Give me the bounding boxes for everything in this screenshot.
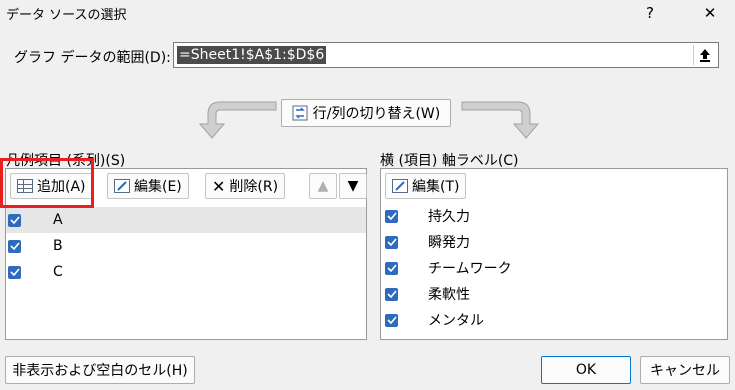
dialog-title: データ ソースの選択 [6,8,127,23]
series-name: A [53,212,63,228]
axis-panel: 編集(T) 持久力 瞬発力 チームワーク 柔軟性 メンタル [380,168,728,340]
checkbox[interactable] [385,235,398,249]
list-item[interactable]: 柔軟性 [381,281,727,307]
edit-axis-button[interactable]: 編集(T) [385,173,467,199]
axis-item: 柔軟性 [428,287,470,303]
list-item[interactable]: C [6,259,366,285]
list-item[interactable]: 瞬発力 [381,229,727,255]
check-icon [386,316,397,324]
upload-arrow-icon [700,49,710,62]
edit-label: 編集(E) [134,179,182,195]
triangle-down-icon: ▼ [347,178,359,194]
axis-item: 瞬発力 [428,235,470,251]
checkbox[interactable] [385,287,398,301]
check-icon [386,290,397,298]
cancel-label: キャンセル [650,363,720,379]
axis-header: 横 (項目) 軸ラベル(C) [380,153,519,169]
cancel-button[interactable]: キャンセル [640,356,730,384]
switch-icon [292,105,308,121]
check-icon [9,216,20,224]
range-label: グラフ データの範囲(D): [14,50,171,66]
hidden-cells-label: 非表示および空白のセル(H) [12,363,188,379]
collapse-dialog-button[interactable] [693,45,716,65]
list-item[interactable]: B [6,233,366,259]
switch-label: 行/列の切り替え(W) [312,106,441,122]
check-icon [9,268,20,276]
range-input[interactable]: =Sheet1!$A$1:$D$6 [173,42,719,68]
move-down-button[interactable]: ▼ [339,173,367,199]
list-item[interactable]: メンタル [381,307,727,333]
delete-label: 削除(R) [229,179,279,195]
checkbox[interactable] [385,313,398,327]
edit-series-button[interactable]: 編集(E) [107,173,189,199]
delete-series-button[interactable]: ✕ 削除(R) [205,173,286,199]
hidden-cells-button[interactable]: 非表示および空白のセル(H) [5,356,195,384]
triangle-up-icon: ▲ [317,178,329,194]
list-item[interactable]: 持久力 [381,203,727,229]
edit-axis-label: 編集(T) [412,179,460,195]
close-icon: ✕ [703,4,717,22]
help-icon: ? [646,4,654,22]
edit-icon [392,179,408,193]
check-icon [386,238,397,246]
checkbox[interactable] [8,239,21,253]
highlight-box [0,158,94,208]
checkbox[interactable] [385,209,398,223]
axis-item: メンタル [428,313,484,329]
move-up-button[interactable]: ▲ [309,173,337,199]
axis-item: チームワーク [428,261,512,277]
check-icon [9,242,20,250]
checkbox[interactable] [8,213,21,227]
checkbox[interactable] [8,265,21,279]
series-name: C [53,264,63,280]
series-name: B [53,238,63,254]
right-arrow-icon [461,101,540,139]
edit-icon [114,179,130,193]
left-arrow-icon [198,101,277,139]
ok-label: OK [575,362,597,378]
switch-row-column-button[interactable]: 行/列の切り替え(W) [281,99,451,127]
check-icon [386,212,397,220]
ok-button[interactable]: OK [541,356,631,384]
list-item[interactable]: チームワーク [381,255,727,281]
check-icon [386,264,397,272]
close-button[interactable]: ✕ [690,0,730,26]
axis-item: 持久力 [428,209,470,225]
list-item[interactable]: A [6,207,366,233]
help-button[interactable]: ? [630,0,670,26]
range-value[interactable]: =Sheet1!$A$1:$D$6 [177,46,327,64]
checkbox[interactable] [385,261,398,275]
delete-icon: ✕ [212,176,226,196]
